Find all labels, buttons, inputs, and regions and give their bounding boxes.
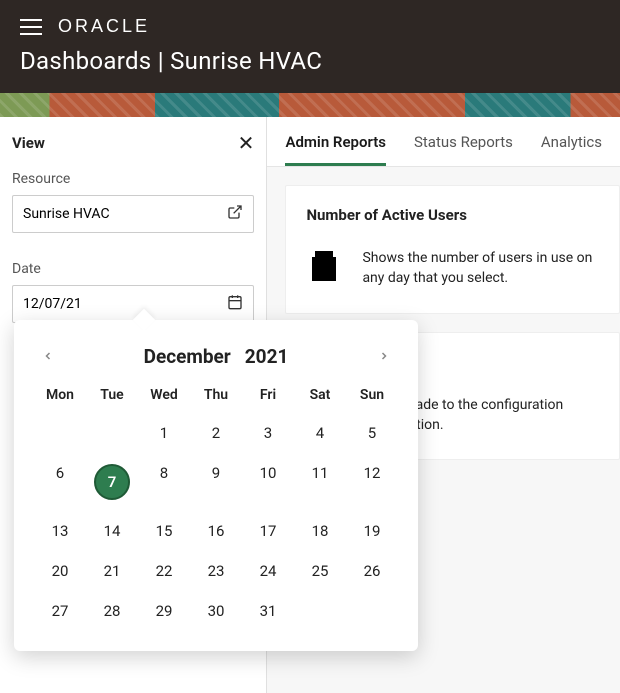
date-picker-popover: December 2021 MonTueWedThuFriSatSun12345… — [14, 320, 418, 651]
calendar-day[interactable]: 21 — [86, 551, 138, 591]
calendar-day[interactable]: 18 — [294, 511, 346, 551]
menu-icon[interactable] — [20, 19, 42, 35]
calendar-weekday: Tue — [86, 381, 138, 413]
active-users-description: Shows the number of users in use on any … — [362, 248, 599, 289]
report-tabs: Admin Reports Status Reports Analytics — [267, 117, 620, 167]
calendar-weekday: Sat — [294, 381, 346, 413]
calendar-day[interactable]: 13 — [34, 511, 86, 551]
calendar-weekday: Wed — [138, 381, 190, 413]
calendar-day[interactable]: 4 — [294, 413, 346, 453]
breadcrumb: Dashboards | Sunrise HVAC — [20, 47, 600, 75]
calendar-day[interactable]: 9 — [190, 453, 242, 511]
calendar-day[interactable]: 20 — [34, 551, 86, 591]
active-users-title: Number of Active Users — [306, 206, 599, 224]
date-label: Date — [12, 261, 254, 277]
calendar-day[interactable]: 24 — [242, 551, 294, 591]
date-input[interactable] — [23, 296, 227, 312]
calendar-day[interactable]: 11 — [294, 453, 346, 511]
calendar-day[interactable]: 1 — [138, 413, 190, 453]
calendar-day[interactable]: 29 — [138, 591, 190, 631]
calendar-day[interactable]: 25 — [294, 551, 346, 591]
calendar-day[interactable]: 2 — [190, 413, 242, 453]
calendar-day[interactable]: 15 — [138, 511, 190, 551]
calendar-weekday: Fri — [242, 381, 294, 413]
calendar-day[interactable]: 22 — [138, 551, 190, 591]
view-panel-title: View — [12, 134, 45, 152]
calendar-day[interactable]: 12 — [346, 453, 398, 511]
oracle-logo: ORACLE — [58, 16, 150, 37]
calendar-day[interactable]: 5 — [346, 413, 398, 453]
calendar-month: December — [144, 345, 231, 368]
active-users-card[interactable]: Number of Active Users Shows the number … — [285, 185, 620, 314]
calendar-day[interactable]: 23 — [190, 551, 242, 591]
calendar-day[interactable]: 28 — [86, 591, 138, 631]
calendar-grid: MonTueWedThuFriSatSun1234567891011121314… — [34, 381, 398, 631]
calendar-day[interactable]: 10 — [242, 453, 294, 511]
resource-label: Resource — [12, 171, 254, 187]
resource-input-group[interactable] — [12, 195, 254, 233]
calendar-day[interactable]: 17 — [242, 511, 294, 551]
document-icon — [306, 248, 342, 284]
calendar-weekday: Sun — [346, 381, 398, 413]
calendar-day[interactable]: 31 — [242, 591, 294, 631]
tab-status-reports[interactable]: Status Reports — [414, 133, 513, 166]
calendar-day[interactable]: 7 — [86, 453, 138, 511]
prev-month-button[interactable] — [34, 342, 62, 371]
calendar-weekday: Thu — [190, 381, 242, 413]
calendar-day[interactable]: 6 — [34, 453, 86, 511]
open-external-icon[interactable] — [227, 204, 243, 224]
calendar-day[interactable]: 14 — [86, 511, 138, 551]
calendar-day[interactable]: 30 — [190, 591, 242, 631]
tab-analytics[interactable]: Analytics — [541, 133, 602, 166]
calendar-weekday: Mon — [34, 381, 86, 413]
calendar-day[interactable]: 8 — [138, 453, 190, 511]
resource-input[interactable] — [23, 206, 227, 222]
decorative-banner — [0, 93, 620, 117]
top-bar: ORACLE Dashboards | Sunrise HVAC — [0, 0, 620, 93]
calendar-icon[interactable] — [227, 294, 243, 314]
next-month-button[interactable] — [370, 342, 398, 371]
calendar-day[interactable]: 26 — [346, 551, 398, 591]
calendar-day[interactable]: 27 — [34, 591, 86, 631]
date-input-group[interactable] — [12, 285, 254, 323]
close-icon[interactable]: ✕ — [238, 131, 255, 155]
tab-admin-reports[interactable]: Admin Reports — [285, 133, 386, 166]
calendar-day[interactable]: 16 — [190, 511, 242, 551]
calendar-day[interactable]: 19 — [346, 511, 398, 551]
calendar-day[interactable]: 3 — [242, 413, 294, 453]
calendar-year: 2021 — [245, 345, 289, 368]
